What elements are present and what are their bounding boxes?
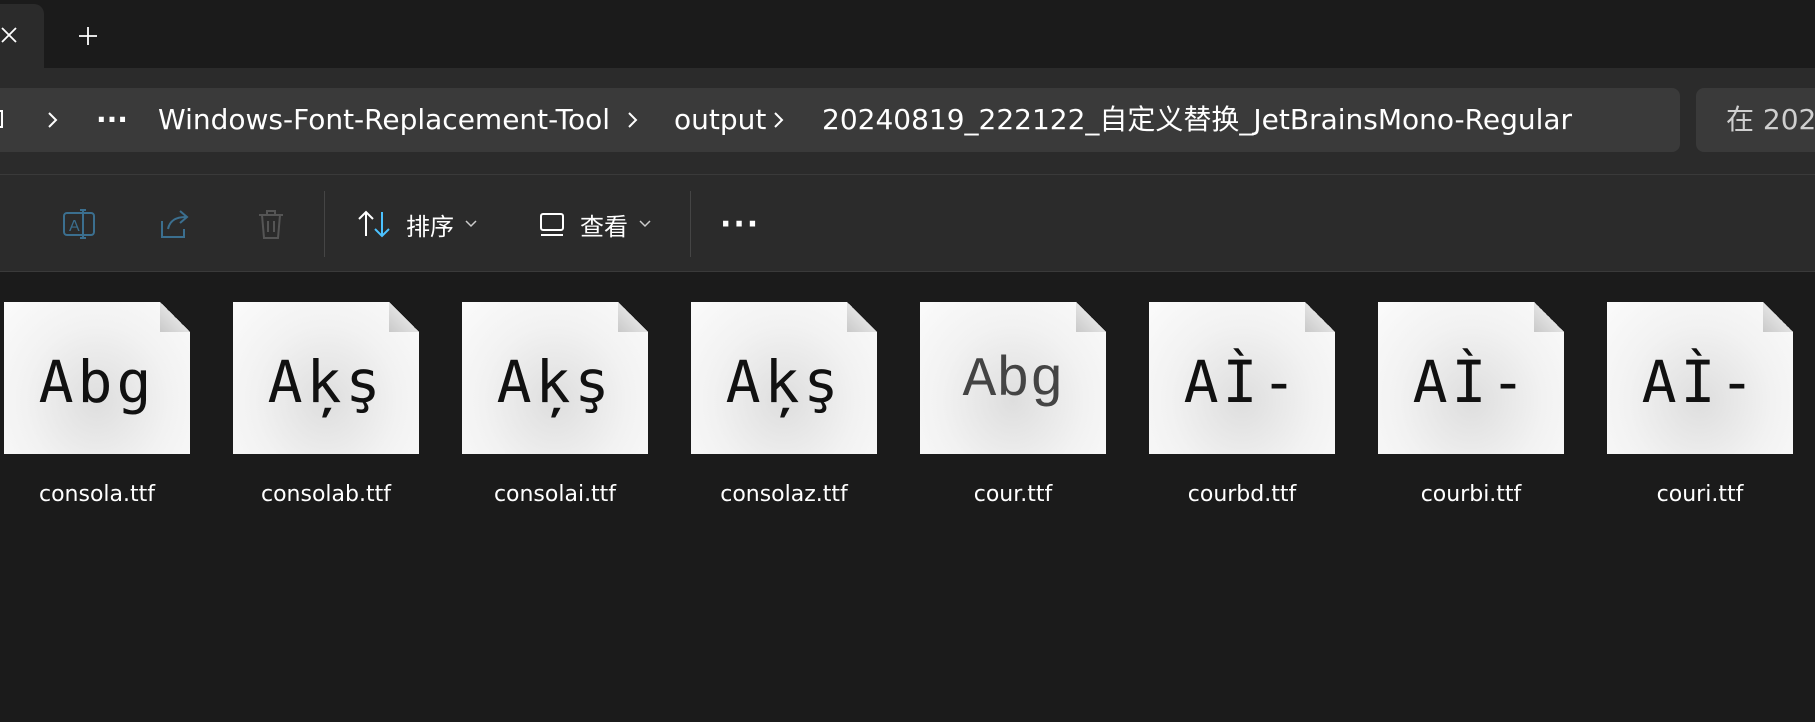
breadcrumb-overflow[interactable]: ···	[96, 88, 128, 152]
font-preview: AÌ-	[1183, 348, 1301, 416]
share-icon	[161, 210, 189, 238]
more-options-button[interactable]: ···	[720, 197, 760, 251]
view-button[interactable]: 查看	[538, 197, 652, 251]
file-item[interactable]: AÌ- courbd.ttf	[1117, 302, 1347, 507]
more-icon: ···	[720, 206, 761, 242]
close-icon[interactable]	[0, 20, 24, 50]
font-file-icon: Abg	[4, 302, 190, 454]
chevron-right-icon[interactable]	[620, 108, 644, 132]
file-item[interactable]: Aķş consolab.ttf	[201, 302, 431, 507]
file-name: consola.ttf	[38, 482, 155, 507]
view-icon	[540, 213, 564, 236]
file-item[interactable]: Aķş consolaz.ttf	[659, 302, 889, 507]
toolbar-divider	[324, 191, 325, 257]
breadcrumb-item-output[interactable]: output	[674, 88, 766, 152]
font-file-icon: Aķş	[233, 302, 419, 454]
file-name: courbd.ttf	[1187, 482, 1297, 507]
font-preview: Aķş	[496, 348, 614, 416]
trash-icon	[259, 210, 283, 239]
font-file-icon: AÌ-	[1149, 302, 1335, 454]
share-button[interactable]	[158, 197, 192, 251]
font-file-icon: Aķş	[462, 302, 648, 454]
file-item[interactable]: AÌ- couri.ttf	[1575, 302, 1805, 507]
file-item[interactable]: Abg cour.ttf	[888, 302, 1118, 507]
font-preview: Aķş	[267, 348, 385, 416]
file-name: consolaz.ttf	[720, 482, 848, 507]
toolbar-divider	[690, 191, 691, 257]
breadcrumb[interactable]: ··· Windows-Font-Replacement-Tool output…	[0, 88, 1680, 152]
font-preview: Aķş	[725, 348, 843, 416]
file-name: consolab.ttf	[261, 482, 391, 507]
file-name: couri.ttf	[1656, 482, 1744, 507]
svg-text:A: A	[69, 218, 80, 235]
view-label: 查看	[580, 212, 628, 241]
font-file-icon: Abg	[920, 302, 1106, 454]
font-file-icon: AÌ-	[1607, 302, 1793, 454]
tab-strip	[0, 0, 1815, 68]
address-row: ··· Windows-Font-Replacement-Tool output…	[0, 68, 1815, 174]
rename-icon: A	[63, 209, 95, 239]
file-item[interactable]: Aķş consolai.ttf	[430, 302, 660, 507]
chevron-down-icon	[639, 220, 651, 228]
delete-button[interactable]	[254, 197, 288, 251]
breadcrumb-item-current-folder[interactable]: 20240819_222122_自定义替换_JetBrainsMono-Regu…	[822, 88, 1572, 152]
sort-label: 排序	[406, 212, 454, 241]
sort-button[interactable]: 排序	[356, 197, 478, 251]
file-name: cour.ttf	[973, 482, 1053, 507]
font-preview: Abg	[962, 348, 1064, 412]
rename-button[interactable]: A	[62, 197, 96, 251]
chevron-right-icon[interactable]	[40, 108, 64, 132]
chevron-right-icon[interactable]	[766, 108, 790, 132]
search-input[interactable]: 在 2024	[1696, 88, 1815, 152]
search-placeholder: 在 2024	[1726, 103, 1815, 136]
file-grid: Abg consola.ttf Aķş consolab.ttf Aķş con…	[0, 272, 1815, 722]
command-bar: A 排序 查看 ···	[0, 174, 1815, 272]
chevron-down-icon	[465, 220, 477, 228]
font-file-icon: Aķş	[691, 302, 877, 454]
file-name: courbi.ttf	[1420, 482, 1522, 507]
font-preview: AÌ-	[1412, 348, 1530, 416]
file-item[interactable]: AÌ- courbi.ttf	[1346, 302, 1576, 507]
font-preview: Abg	[38, 348, 156, 416]
font-preview: AÌ-	[1641, 348, 1759, 416]
sort-icon	[358, 210, 390, 238]
file-name: consolai.ttf	[493, 482, 617, 507]
breadcrumb-item-project[interactable]: Windows-Font-Replacement-Tool	[158, 88, 610, 152]
pc-icon[interactable]	[0, 108, 10, 132]
file-item[interactable]: Abg consola.ttf	[0, 302, 202, 507]
plus-icon[interactable]	[70, 18, 106, 54]
file-explorer-window: ··· Windows-Font-Replacement-Tool output…	[0, 0, 1815, 722]
font-file-icon: AÌ-	[1378, 302, 1564, 454]
